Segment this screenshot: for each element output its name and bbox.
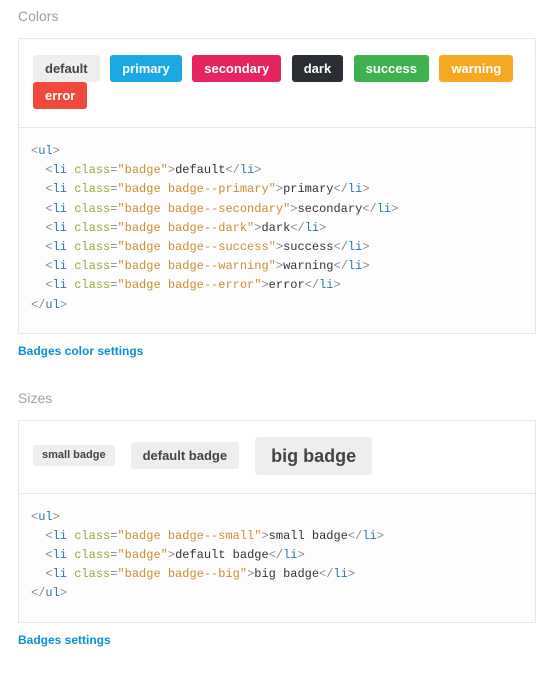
colors-code-block: <ul> <li class="badge">default</li> <li … [19, 127, 535, 333]
badge-big: big badge [255, 437, 372, 475]
badge-warning: warning [439, 55, 513, 82]
sizes-settings-link[interactable]: Badges settings [18, 633, 111, 647]
section-title-sizes: Sizes [0, 382, 536, 420]
badge-success: success [354, 55, 429, 82]
badge-default-size: default badge [131, 442, 240, 469]
badge-secondary: secondary [192, 55, 281, 82]
badge-default: default [33, 55, 100, 82]
badge-dark: dark [292, 55, 343, 82]
colors-settings-link[interactable]: Badges color settings [18, 344, 143, 358]
sizes-code-block: <ul> <li class="badge badge--small">smal… [19, 493, 535, 622]
section-title-colors: Colors [0, 0, 536, 38]
colors-badge-row: default primary secondary dark success w… [19, 39, 535, 127]
badge-primary: primary [110, 55, 182, 82]
colors-panel: default primary secondary dark success w… [18, 38, 536, 334]
sizes-badge-row: small badge default badge big badge [19, 421, 535, 493]
badge-small: small badge [33, 445, 115, 466]
sizes-panel: small badge default badge big badge <ul>… [18, 420, 536, 623]
badge-error: error [33, 82, 87, 109]
